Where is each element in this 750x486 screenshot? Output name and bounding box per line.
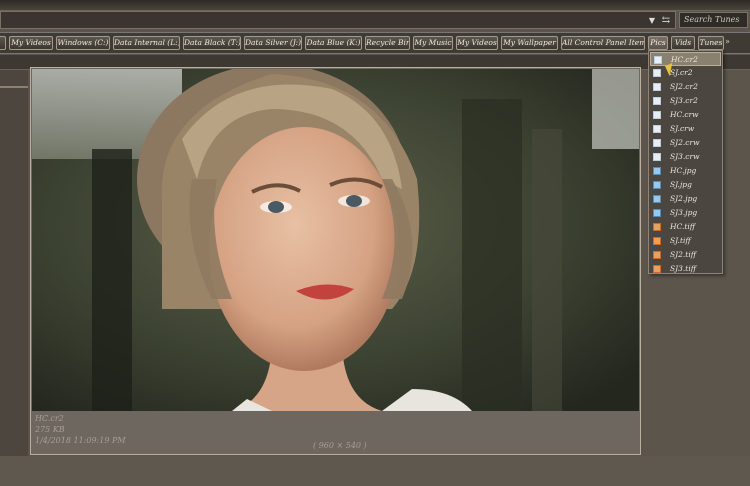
tab-all-control-panel[interactable]: All Control Panel Items xyxy=(561,36,645,50)
file-name: HC.cr2 xyxy=(35,414,64,423)
tab-partial[interactable] xyxy=(0,36,6,50)
menu-item[interactable]: SJ2.jpg xyxy=(650,192,721,206)
menu-item[interactable]: SJ.crw xyxy=(650,122,721,136)
overflow-chevron-icon[interactable]: » xyxy=(725,37,747,51)
menu-item-label: SJ3.jpg xyxy=(670,208,698,217)
menu-item[interactable]: SJ3.crw xyxy=(650,150,721,164)
crw-icon xyxy=(653,139,661,147)
preview-popup: HC.cr2 275 KB 1/4/2018 11:09:19 PM ( 960… xyxy=(30,67,641,455)
menu-item-label: SJ3.cr2 xyxy=(670,96,698,105)
menu-item-label: HC.crw xyxy=(670,110,699,119)
pane-divider xyxy=(0,86,28,88)
tab-vids[interactable]: Vids xyxy=(671,36,695,50)
menu-item[interactable]: SJ.cr2 xyxy=(650,66,721,80)
cr2-icon xyxy=(654,56,662,64)
menu-item-label: SJ.crw xyxy=(670,124,695,133)
menu-item[interactable]: HC.tiff xyxy=(650,220,721,234)
chevron-down-icon[interactable]: ▼ xyxy=(646,15,658,27)
tiff-icon xyxy=(653,237,661,245)
tiff-icon xyxy=(653,223,661,231)
menu-item[interactable]: HC.crw xyxy=(650,108,721,122)
menu-item[interactable]: SJ2.tiff xyxy=(650,248,721,262)
menu-item-label: SJ2.cr2 xyxy=(670,82,698,91)
tab-my-music[interactable]: My Music xyxy=(413,36,453,50)
menu-item[interactable]: HC.jpg xyxy=(650,164,721,178)
menu-item-label: SJ3.tiff xyxy=(670,264,697,273)
cr2-icon xyxy=(653,69,661,77)
favorites-bar: My Videos Windows (C:) Data Internal (L:… xyxy=(0,32,750,54)
tiff-icon xyxy=(653,251,661,259)
menu-item[interactable]: SJ2.crw xyxy=(650,136,721,150)
tab-windows-c[interactable]: Windows (C:) xyxy=(56,36,110,50)
portrait-photo xyxy=(32,69,639,411)
crw-icon xyxy=(653,111,661,119)
menu-item[interactable]: SJ3.tiff xyxy=(650,262,721,276)
menu-item-label: SJ.jpg xyxy=(670,180,692,189)
jpg-icon xyxy=(653,181,661,189)
crw-icon xyxy=(653,153,661,161)
refresh-icon[interactable]: ⇆ xyxy=(659,14,673,28)
address-bar[interactable]: ▼ ⇆ xyxy=(0,11,676,29)
menu-item-label: SJ.tiff xyxy=(670,236,691,245)
file-info: HC.cr2 275 KB 1/4/2018 11:09:19 PM ( 960… xyxy=(35,413,635,453)
tab-my-videos-2[interactable]: My Videos xyxy=(456,36,498,50)
tab-pics[interactable]: Pics xyxy=(648,36,668,50)
navigation-pane xyxy=(0,70,28,486)
jpg-icon xyxy=(653,167,661,175)
image-dimensions: ( 960 × 540 ) xyxy=(313,441,367,450)
menu-item[interactable]: SJ3.cr2 xyxy=(650,94,721,108)
menu-item[interactable]: SJ3.jpg xyxy=(650,206,721,220)
menu-item-label: SJ2.tiff xyxy=(670,250,697,259)
window-top-band xyxy=(0,0,750,11)
tab-data-silver[interactable]: Data Silver (J:) xyxy=(244,36,302,50)
file-size: 275 KB xyxy=(35,425,65,434)
menu-item[interactable]: SJ.tiff xyxy=(650,234,721,248)
jpg-icon xyxy=(653,195,661,203)
menu-item-label: HC.cr2 xyxy=(671,55,698,64)
search-input[interactable]: Search Tunes xyxy=(679,12,748,28)
tab-my-videos[interactable]: My Videos xyxy=(9,36,53,50)
menu-item-label: SJ2.crw xyxy=(670,138,700,147)
menu-item-label: HC.tiff xyxy=(670,222,696,231)
pics-dropdown-menu: HC.cr2 SJ.cr2 SJ2.cr2 SJ3.cr2 HC.crw SJ.… xyxy=(648,50,723,274)
menu-item[interactable]: SJ.jpg xyxy=(650,178,721,192)
menu-item[interactable]: HC.cr2 xyxy=(650,52,721,66)
menu-item-label: SJ2.jpg xyxy=(670,194,698,203)
crw-icon xyxy=(653,125,661,133)
tab-data-black[interactable]: Data Black (T:) xyxy=(183,36,241,50)
cr2-icon xyxy=(653,97,661,105)
tab-recycle-bin[interactable]: Recycle Bin xyxy=(365,36,410,50)
tab-tunes[interactable]: Tunes xyxy=(698,36,724,50)
status-area xyxy=(0,456,750,486)
menu-item-label: SJ3.crw xyxy=(670,152,700,161)
jpg-icon xyxy=(653,209,661,217)
tiff-icon xyxy=(653,265,661,273)
tab-data-blue[interactable]: Data Blue (K:) xyxy=(305,36,362,50)
cr2-icon xyxy=(653,83,661,91)
menu-item[interactable]: SJ2.cr2 xyxy=(650,80,721,94)
tab-my-wallpaper[interactable]: My Wallpaper xyxy=(501,36,558,50)
menu-item-label: HC.jpg xyxy=(670,166,697,175)
tab-data-internal[interactable]: Data Internal (L:) xyxy=(113,36,180,50)
